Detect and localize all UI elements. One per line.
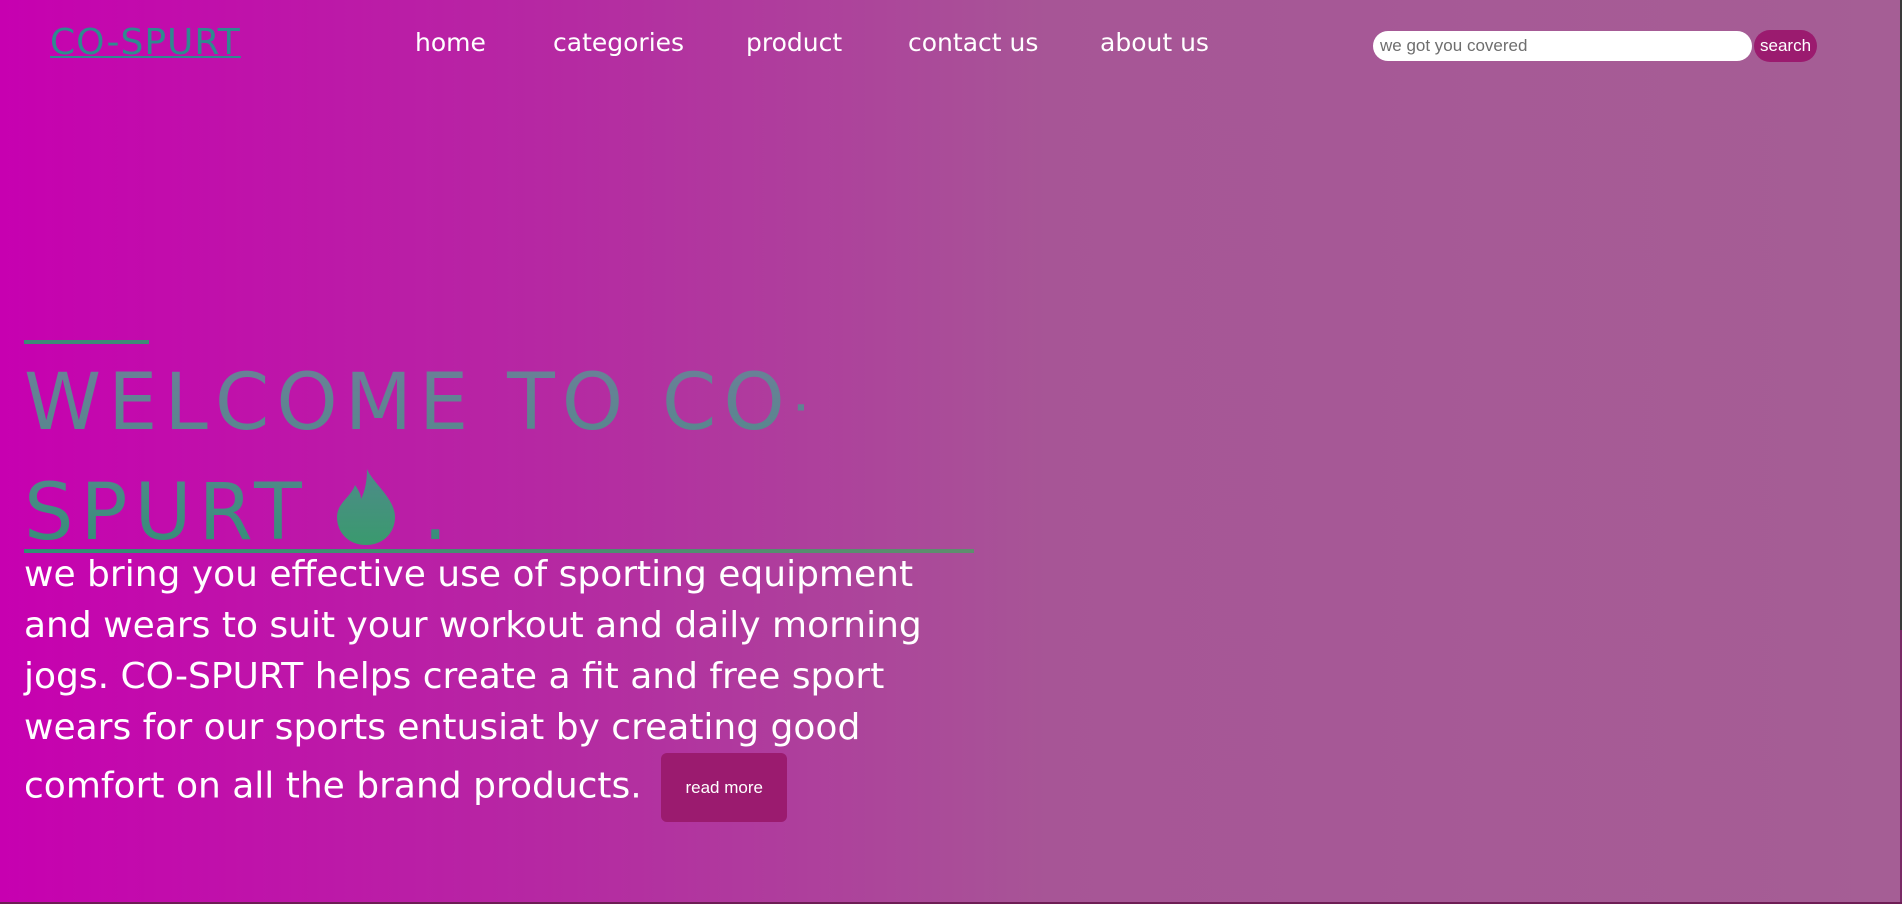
nav-home[interactable]: home: [415, 28, 486, 57]
hero-description-text: we bring you effective use of sporting e…: [24, 554, 922, 807]
hero-title: WELCOME TO CO- SPURT .: [24, 348, 804, 568]
hero-title-word: SPURT: [24, 468, 309, 558]
nav-product[interactable]: product: [746, 28, 842, 57]
hero-title-line-1: WELCOME TO CO-: [24, 358, 830, 448]
site-logo[interactable]: CO-SPURT: [50, 22, 241, 63]
drop-icon: [336, 469, 395, 545]
hero-title-period: .: [422, 468, 455, 558]
hero-description: we bring you effective use of sporting e…: [24, 549, 984, 822]
nav-about-us[interactable]: about us: [1100, 28, 1209, 57]
read-more-button[interactable]: read more: [661, 753, 788, 822]
search-button[interactable]: search: [1754, 30, 1818, 62]
search-input[interactable]: [1373, 31, 1752, 61]
nav-categories[interactable]: categories: [553, 28, 684, 57]
nav-contact-us[interactable]: contact us: [908, 28, 1038, 57]
title-accent-line: [24, 340, 149, 344]
search-bar: search: [1373, 30, 1818, 62]
